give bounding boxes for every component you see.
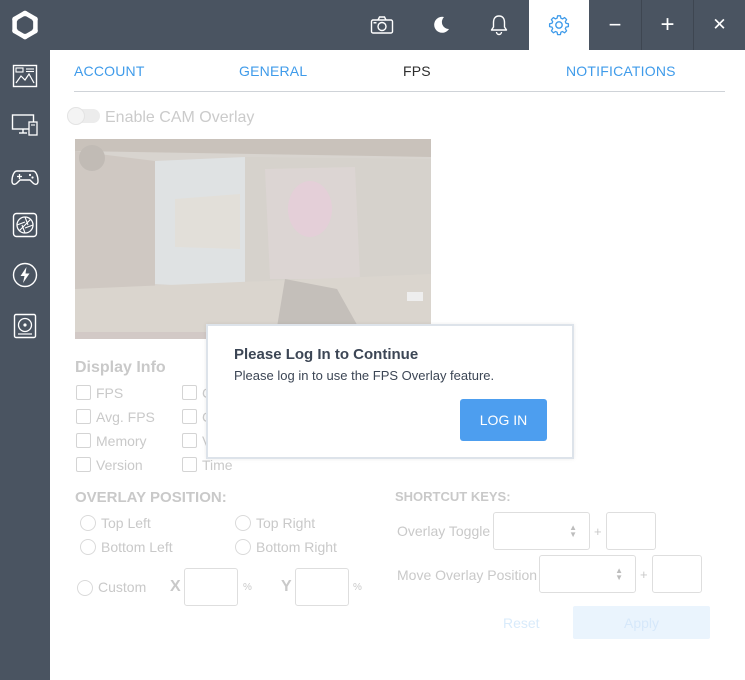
maximize-button[interactable]: + (642, 0, 693, 50)
toggle-knob (67, 107, 85, 125)
checkbox-memory[interactable] (76, 433, 91, 448)
close-icon: ✕ (712, 15, 727, 34)
checkbox-memory-label: Memory (96, 433, 147, 449)
tab-account[interactable]: ACCOUNT (74, 63, 145, 79)
updown-arrow-icon: ▲ ▼ (615, 566, 623, 582)
checkbox-time[interactable] (182, 457, 197, 472)
y-position-input[interactable] (295, 568, 349, 606)
radio-custom-label: Custom (98, 579, 147, 595)
radio-top-right-label: Top Right (256, 515, 316, 531)
tab-fps[interactable]: FPS (403, 63, 431, 79)
dialog-message: Please log in to use the FPS Overlay fea… (234, 368, 495, 383)
settings-tabs: ACCOUNT GENERAL FPS NOTIFICATIONS (74, 50, 725, 92)
reset-button[interactable]: Reset (503, 615, 540, 631)
checkbox-fps[interactable] (76, 385, 91, 400)
drive-icon (13, 313, 37, 339)
app-window: − + ✕ ACCOUNT GENERAL FPS NOTIFICATIONS … (0, 0, 745, 680)
app-logo[interactable] (0, 0, 50, 50)
checkbox-version[interactable] (76, 457, 91, 472)
sidebar-item-system[interactable] (10, 110, 40, 140)
tab-notifications[interactable]: NOTIFICATIONS (566, 63, 676, 79)
checkbox-col2-3[interactable] (182, 433, 197, 448)
overlay-toggle-modifier-select[interactable]: ▲ ▼ (493, 512, 590, 550)
login-required-dialog: Please Log In to Continue Please log in … (206, 324, 574, 459)
radio-custom[interactable] (77, 580, 93, 596)
move-overlay-shortcut-label: Move Overlay Position (397, 567, 538, 583)
sidebar (0, 50, 50, 680)
checkbox-col2-1[interactable] (182, 385, 197, 400)
radio-top-left-label: Top Left (101, 515, 151, 531)
moon-icon (434, 16, 449, 33)
move-overlay-key-input[interactable] (652, 555, 702, 593)
plus-label: + (640, 567, 648, 582)
overlay-preview-image (75, 139, 431, 339)
y-label: Y (281, 578, 292, 595)
dark-mode-button[interactable] (413, 0, 469, 50)
sidebar-item-optimizer[interactable] (10, 210, 40, 240)
overlay-toggle[interactable] (67, 107, 100, 125)
game-scene-image (75, 139, 431, 339)
gamepad-icon (11, 170, 39, 185)
move-overlay-modifier-select[interactable]: ▲ ▼ (539, 555, 636, 593)
gear-icon (548, 15, 570, 36)
checkbox-avg-fps-label: Avg. FPS (96, 409, 155, 425)
checkbox-version-label: Version (96, 457, 143, 473)
apply-button[interactable]: Apply (573, 606, 710, 639)
radio-bottom-left[interactable] (80, 539, 96, 555)
dashboard-icon (12, 64, 38, 88)
close-button[interactable]: ✕ (694, 0, 745, 50)
dialog-title: Please Log In to Continue (234, 346, 419, 363)
checkbox-fps-label: FPS (96, 385, 124, 401)
radio-bottom-left-label: Bottom Left (101, 539, 173, 555)
screenshot-button[interactable] (354, 0, 410, 50)
aperture-icon (12, 212, 38, 238)
radio-top-right[interactable] (235, 515, 251, 531)
radio-top-left[interactable] (80, 515, 96, 531)
tab-general[interactable]: GENERAL (239, 63, 307, 79)
updown-arrow-icon: ▲ ▼ (569, 523, 577, 539)
login-button[interactable]: LOG IN (460, 399, 547, 441)
overlay-toggle-label: Enable CAM Overlay (105, 109, 255, 126)
checkbox-time-label: Time (202, 457, 233, 473)
overlay-position-title: OVERLAY POSITION: (75, 489, 227, 506)
title-bar: − + ✕ (0, 0, 745, 50)
x-position-input[interactable] (184, 568, 238, 606)
sidebar-item-boost[interactable] (10, 260, 40, 290)
checkbox-col2-2[interactable] (182, 409, 197, 424)
sidebar-item-storage[interactable] (10, 311, 40, 341)
y-percent-label: % (353, 582, 362, 593)
x-label: X (170, 578, 181, 595)
x-percent-label: % (243, 582, 252, 593)
radio-bottom-right[interactable] (235, 539, 251, 555)
bolt-icon (12, 262, 38, 288)
minimize-button[interactable]: − (589, 0, 641, 50)
display-info-title: Display Info (75, 359, 166, 376)
maximize-icon: + (660, 11, 675, 38)
bell-icon (490, 15, 508, 36)
plus-label: + (594, 524, 602, 539)
monitor-icon (11, 114, 38, 136)
logo-icon (12, 10, 38, 40)
notifications-button[interactable] (471, 0, 527, 50)
shortcut-keys-title: SHORTCUT KEYS: (395, 489, 511, 504)
camera-icon (370, 16, 394, 34)
overlay-toggle-shortcut-label: Overlay Toggle (397, 523, 491, 539)
overlay-toggle-key-input[interactable] (606, 512, 656, 550)
sidebar-item-games[interactable] (10, 162, 40, 192)
minimize-icon: − (608, 12, 622, 37)
checkbox-avg-fps[interactable] (76, 409, 91, 424)
settings-button[interactable] (529, 0, 589, 50)
sidebar-item-dashboard[interactable] (10, 61, 40, 91)
radio-bottom-right-label: Bottom Right (256, 539, 337, 555)
